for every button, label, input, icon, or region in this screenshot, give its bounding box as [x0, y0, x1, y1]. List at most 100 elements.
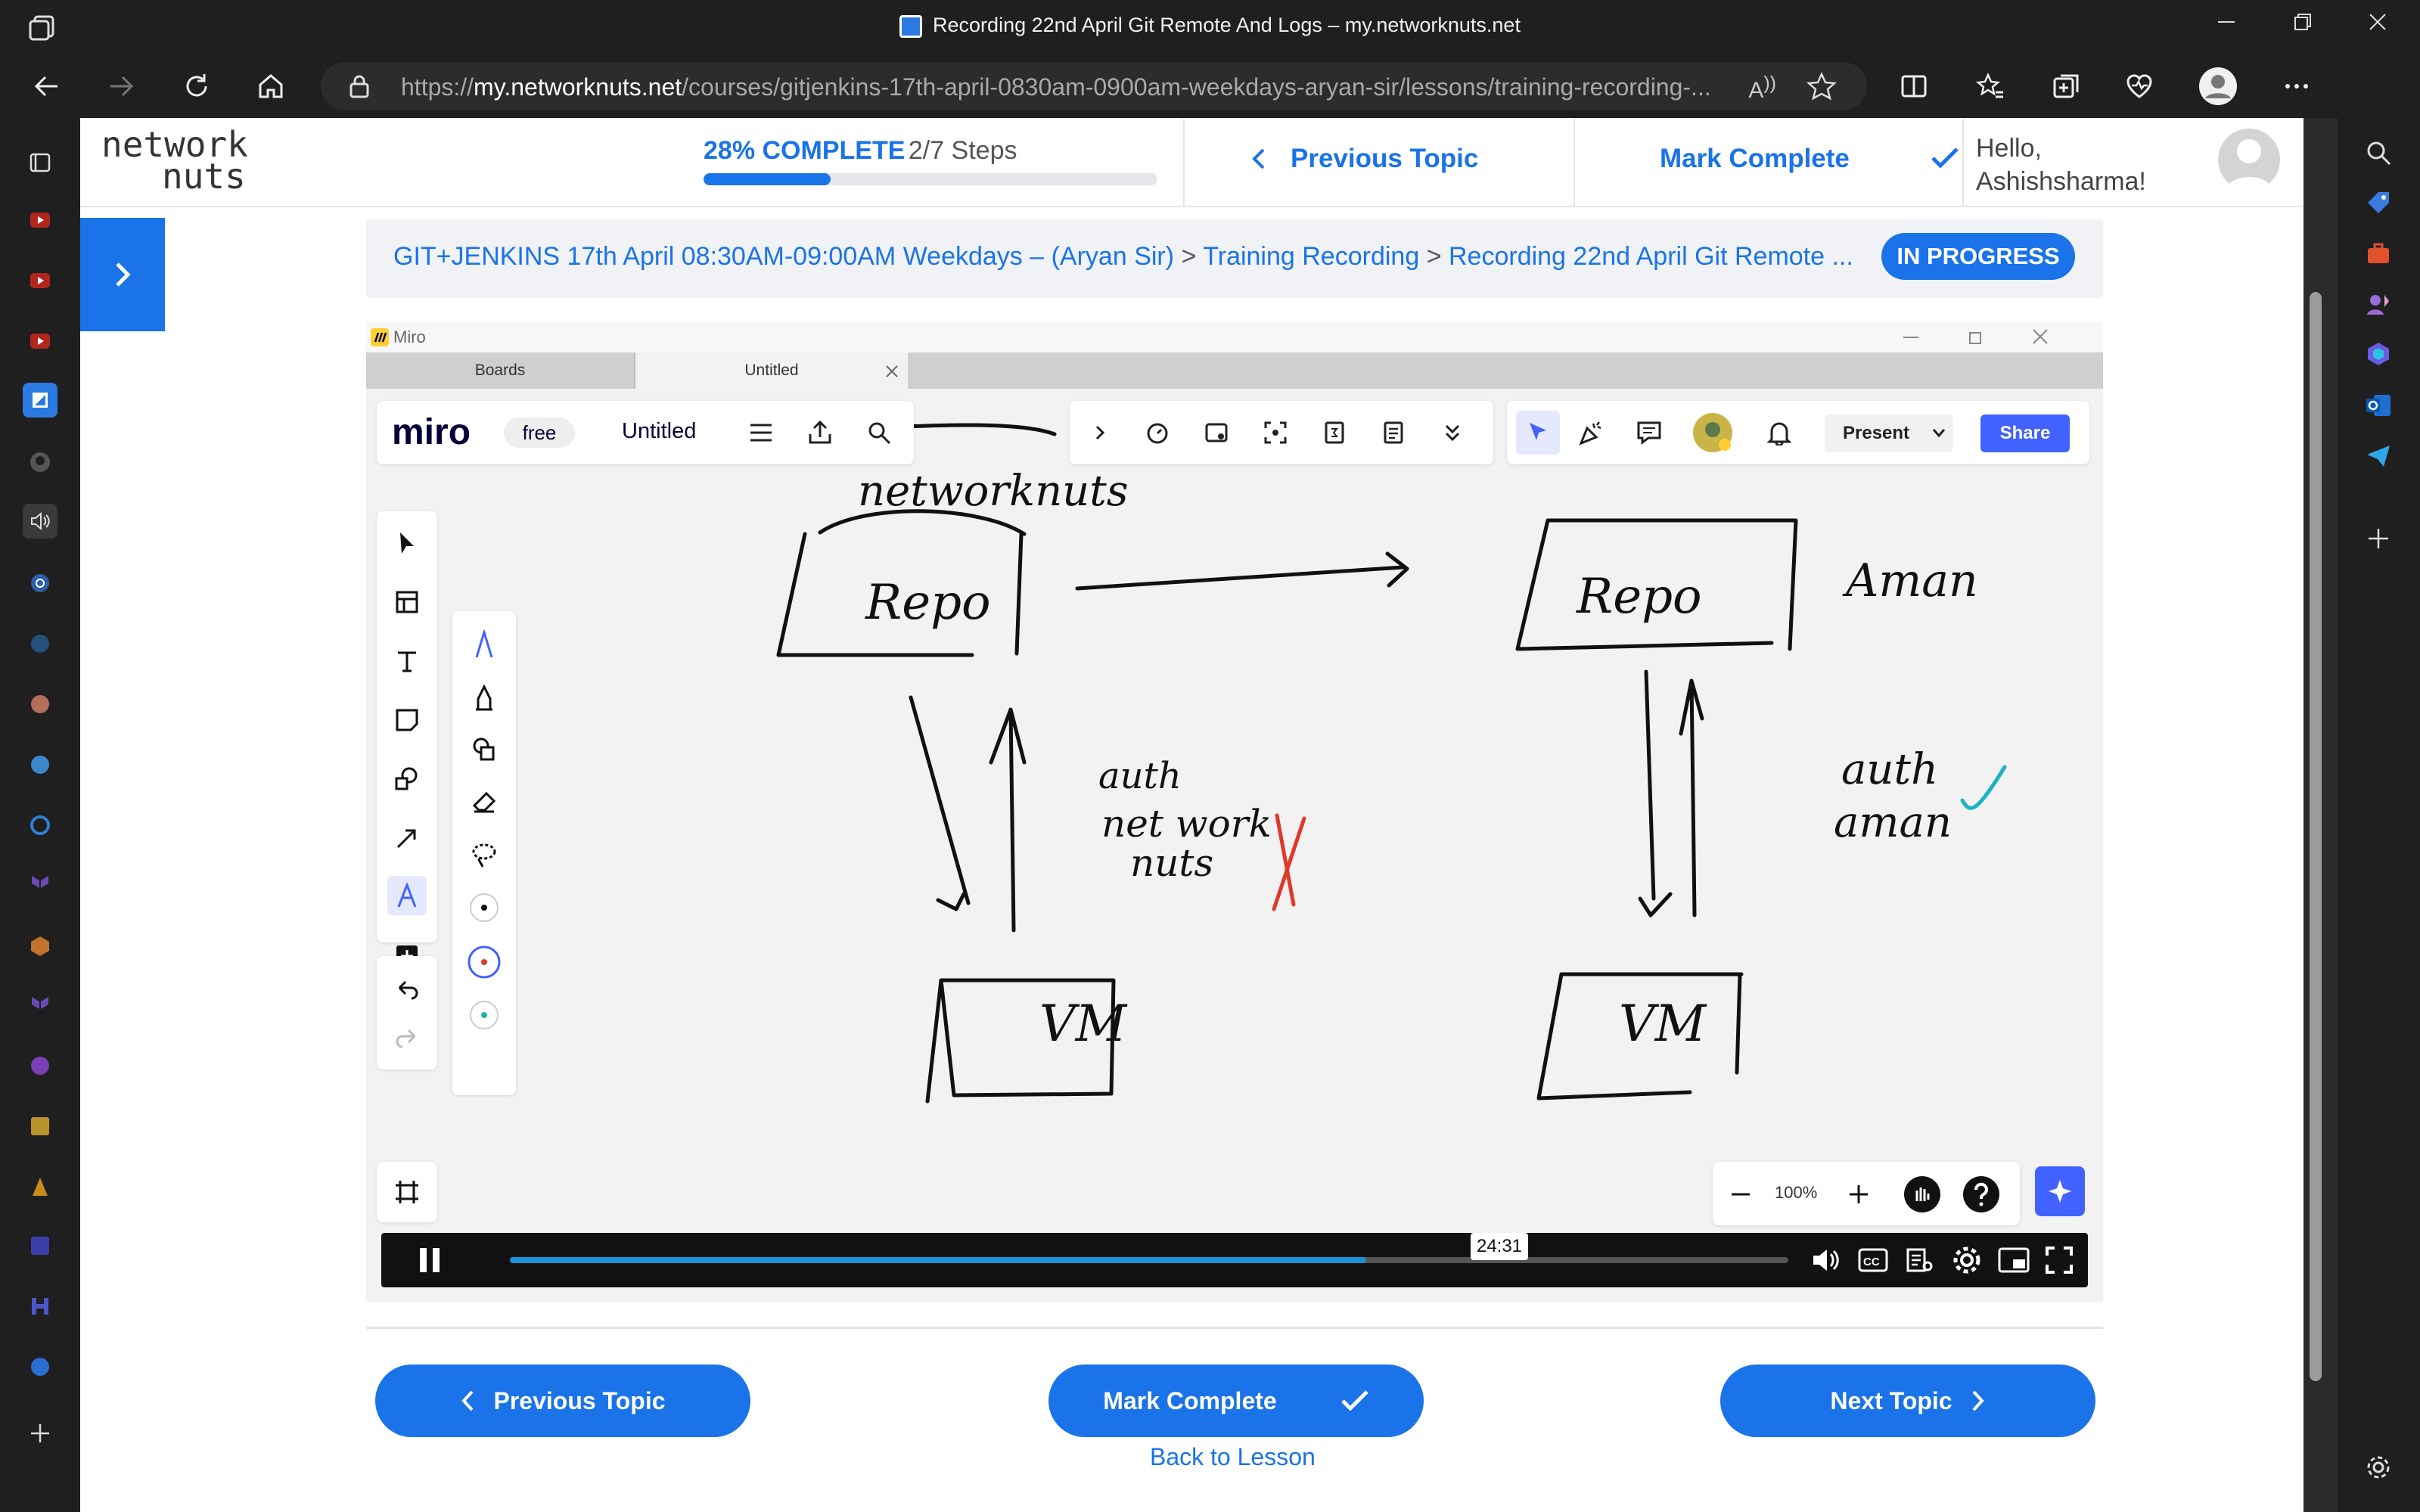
forward-icon[interactable] [101, 67, 141, 106]
course-header: network nuts 28% COMPLETE 2/7 Steps Prev… [80, 118, 2304, 207]
address-bar[interactable]: https://my.networknuts.net/courses/gitje… [321, 62, 1867, 110]
tab-terraform-icon[interactable] [23, 988, 57, 1023]
tab-site-icon[interactable] [23, 747, 57, 782]
collections-icon[interactable] [2047, 67, 2086, 106]
new-tab-icon[interactable] [23, 1416, 57, 1451]
video-seek-bar[interactable]: 24:31 [510, 1233, 1788, 1263]
miro-left-toolbar [377, 511, 437, 967]
tab-youtube-icon[interactable] [23, 324, 57, 359]
miro-logo: miro [392, 412, 471, 452]
tab-site-icon[interactable] [23, 1349, 57, 1384]
vertical-tabs-icon[interactable] [23, 145, 57, 180]
mark-complete-label: Mark Complete [1660, 144, 1850, 173]
tab-youtube-icon[interactable] [23, 263, 57, 298]
settings-gear-icon[interactable] [1950, 1243, 1984, 1277]
pause-button[interactable] [395, 1240, 464, 1280]
shapes-tool-icon [387, 759, 427, 799]
sidebar-tools-icon[interactable] [2359, 234, 2398, 274]
restore-button[interactable] [2268, 11, 2336, 44]
page-scrollbar[interactable] [2304, 118, 2338, 1512]
tab-site-icon[interactable] [23, 929, 57, 964]
header-divider [1183, 118, 1185, 207]
picture-in-picture-icon[interactable] [1997, 1243, 2030, 1277]
whiteboard-canvas: Repo Repo Aman VM VM auth aman auth net … [776, 423, 2007, 1104]
tab-github-icon[interactable] [23, 445, 57, 480]
tab-terraform-icon[interactable] [23, 867, 57, 902]
refresh-icon[interactable] [177, 67, 216, 106]
chevron-right-icon [1085, 418, 1115, 448]
breadcrumb-course-link[interactable]: GIT+JENKINS 17th April 08:30AM-09:00AM W… [393, 242, 1174, 271]
sidebar-copilot-icon[interactable] [2359, 334, 2398, 374]
favorites-icon[interactable] [1971, 67, 2011, 106]
comments-icon [1634, 418, 1664, 448]
sidebar-search-icon[interactable] [2359, 133, 2398, 172]
scrollbar-thumb[interactable] [2310, 292, 2322, 1381]
user-avatar[interactable] [2218, 129, 2280, 191]
close-window-button[interactable] [2344, 11, 2412, 44]
browser-essentials-icon[interactable] [2120, 67, 2159, 106]
counter-icon [1319, 418, 1350, 448]
chevron-right-icon [1972, 1390, 1984, 1411]
home-icon[interactable] [251, 67, 290, 106]
sidebar-add-icon[interactable] [2359, 519, 2398, 558]
lock-icon[interactable] [348, 74, 371, 98]
tab-site-icon[interactable] [23, 808, 57, 843]
miro-collab-toolbar [1070, 401, 1493, 464]
tab-site-icon[interactable] [23, 1228, 57, 1263]
right-vm-label: VM [1619, 995, 1707, 1053]
status-badge: IN PROGRESS [1881, 233, 2075, 280]
miro-frames [377, 1162, 437, 1222]
chevron-down-icon [1932, 429, 1946, 438]
site-logo[interactable]: network nuts [101, 127, 268, 197]
favorite-star-icon[interactable] [1806, 71, 1837, 101]
tab-kubernetes-icon[interactable] [23, 566, 57, 601]
sticky-note-tool-icon [387, 700, 427, 740]
video-played-fill [510, 1257, 1367, 1263]
tab-site-icon[interactable] [23, 1289, 57, 1324]
tab-site-icon[interactable] [23, 1109, 57, 1144]
miro-plan-badge: free [504, 418, 575, 448]
sidebar-outlook-icon[interactable] [2359, 386, 2398, 425]
color-red-swatch [464, 942, 504, 982]
site-favicon-icon [899, 14, 923, 38]
tab-site-icon[interactable] [23, 1048, 57, 1083]
breadcrumb-section-link[interactable]: Training Recording [1203, 242, 1419, 271]
next-topic-button[interactable]: Next Topic [1720, 1365, 2095, 1437]
back-to-lesson-link[interactable]: Back to Lesson [1150, 1443, 1316, 1471]
mark-complete-button[interactable]: Mark Complete [1048, 1365, 1424, 1437]
transcript-icon[interactable] [1903, 1243, 1937, 1277]
header-previous-topic-link[interactable]: Previous Topic [1250, 144, 1478, 174]
breadcrumb-lesson-link[interactable]: Recording 22nd April Git Remote ... [1449, 242, 1853, 271]
split-screen-icon[interactable] [1894, 67, 1934, 106]
header-mark-complete-button[interactable]: Mark Complete [1660, 144, 1960, 174]
share-button: Share [1980, 414, 2070, 452]
profile-avatar-icon[interactable] [2198, 67, 2238, 106]
volume-icon[interactable] [1810, 1243, 1843, 1277]
minimize-button[interactable] [2192, 11, 2260, 44]
checkmark-icon [1340, 1390, 1368, 1411]
url-text[interactable]: https://my.networknuts.net/courses/gitje… [401, 73, 1763, 101]
lesson-video[interactable]: Miro Boards Untitled Repo Repo Aman VM V… [366, 322, 2103, 1302]
pen-icon [464, 625, 504, 664]
vertical-tabs-sidebar [0, 118, 80, 1512]
sidebar-shopping-icon[interactable] [2359, 183, 2398, 222]
course-sidebar-toggle[interactable] [80, 218, 165, 331]
sidebar-settings-icon[interactable] [2359, 1448, 2398, 1487]
miro-zoom-controls: 100% [1713, 1162, 2020, 1225]
tab-active-site-icon[interactable] [23, 383, 57, 418]
eraser-icon [464, 782, 504, 821]
more-options-icon[interactable] [2277, 67, 2316, 106]
captions-icon[interactable]: CC [1856, 1243, 1890, 1277]
sidebar-send-icon[interactable] [2359, 436, 2398, 475]
tab-site-icon[interactable] [23, 687, 57, 722]
read-aloud-icon[interactable]: A)) [1748, 73, 1776, 104]
previous-topic-button[interactable]: Previous Topic [375, 1365, 750, 1437]
fullscreen-icon[interactable] [2043, 1243, 2076, 1277]
sidebar-games-icon[interactable] [2359, 284, 2398, 324]
tab-site-icon[interactable] [23, 626, 57, 661]
redo-icon [387, 1018, 427, 1057]
tab-site-icon[interactable] [23, 1169, 57, 1204]
back-icon[interactable] [27, 67, 67, 106]
tab-audio-icon[interactable] [23, 504, 57, 539]
tab-youtube-icon[interactable] [23, 203, 57, 238]
